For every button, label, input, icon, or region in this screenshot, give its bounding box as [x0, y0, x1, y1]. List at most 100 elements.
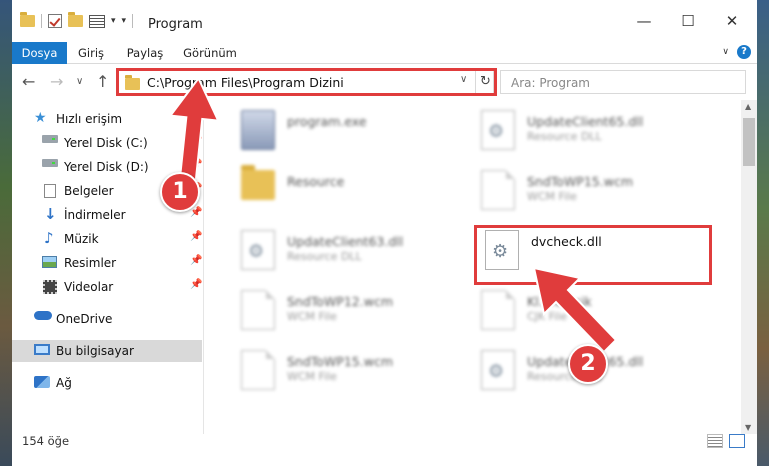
file-name: Resource: [287, 174, 345, 189]
properties-check-icon[interactable]: [48, 14, 62, 28]
dll-file-icon: [241, 230, 275, 270]
maximize-button[interactable]: ☐: [668, 10, 708, 32]
folder-item-resource[interactable]: Resource: [241, 165, 471, 220]
toolbar-separator: [41, 14, 42, 28]
star-icon: ★: [34, 110, 47, 126]
ribbon-tabs: Dosya Giriş Paylaş Görünüm ∨ ?: [12, 42, 757, 64]
dll-file-icon: [481, 110, 515, 150]
drive-icon: [42, 159, 58, 167]
file-icon: [241, 350, 275, 390]
network-icon: [34, 376, 50, 388]
video-icon: [43, 280, 57, 294]
sidebar-item-label: Belgeler: [64, 184, 114, 198]
up-arrow-icon[interactable]: ↑: [96, 72, 109, 91]
scrollbar-thumb[interactable]: [743, 118, 755, 166]
sidebar-item-label: Bu bilgisayar: [56, 344, 134, 358]
forward-arrow-icon[interactable]: →: [50, 72, 63, 91]
chevron-down-icon[interactable]: ▾: [111, 16, 116, 26]
sidebar-item-label: İndirmeler: [64, 208, 126, 222]
status-bar: 154 öğe: [12, 434, 757, 466]
file-icon: [481, 290, 515, 330]
annotation-badge-2: 2: [568, 344, 608, 384]
file-type: Resource DLL: [287, 250, 362, 263]
file-name: SndToWP12.wcm: [287, 294, 393, 309]
scroll-down-icon[interactable]: ▼: [745, 423, 751, 432]
sidebar-item-label: Yerel Disk (C:): [64, 136, 148, 150]
tab-gorunum[interactable]: Görünüm: [177, 42, 243, 64]
tab-paylas[interactable]: Paylaş: [120, 42, 170, 64]
file-icon: [241, 290, 275, 330]
cloud-icon: [34, 311, 52, 320]
sidebar-item-videos[interactable]: Videolar 📌: [12, 276, 202, 298]
quick-access-toolbar: ▾ ▾: [20, 12, 134, 28]
file-item-updateclient63[interactable]: UpdateClient63.dll Resource DLL: [241, 226, 471, 280]
item-count: 154 öğe: [22, 434, 70, 448]
pin-icon[interactable]: 📌: [190, 279, 202, 290]
sidebar-item-pictures[interactable]: Resimler 📌: [12, 252, 202, 274]
tab-giris[interactable]: Giriş: [68, 42, 114, 64]
scroll-up-icon[interactable]: ▲: [745, 102, 751, 111]
sidebar-item-music[interactable]: ♪ Müzik 📌: [12, 228, 202, 250]
search-input[interactable]: Ara: Program: [500, 70, 746, 94]
file-item-updateclient65[interactable]: UpdateClient65.dll Resource DLL: [481, 106, 711, 160]
toolbar-separator: [132, 14, 134, 28]
drive-icon: [42, 135, 58, 143]
sidebar-item-label: OneDrive: [56, 312, 113, 326]
document-icon: [44, 184, 56, 198]
tab-dosya[interactable]: Dosya: [12, 42, 67, 64]
pin-icon[interactable]: 📌: [190, 255, 202, 266]
minimize-button[interactable]: —: [624, 10, 664, 32]
file-item-sndtowp12[interactable]: SndToWP12.wcm WCM File: [241, 286, 471, 340]
sidebar-item-onedrive[interactable]: OneDrive: [12, 308, 202, 330]
back-arrow-icon[interactable]: ←: [22, 72, 35, 91]
file-name: SndToWP15.wcm: [287, 354, 393, 369]
search-placeholder: Ara: Program: [511, 76, 590, 90]
music-icon: ♪: [44, 229, 54, 247]
file-name: program.exe: [287, 114, 367, 129]
customize-toolbar-icon[interactable]: ▾: [122, 16, 127, 26]
title-bar: ▾ ▾ Program — ☐ ✕: [12, 0, 757, 42]
sidebar-item-label: Resimler: [64, 256, 117, 270]
dll-file-icon: [481, 350, 515, 390]
file-item-sndtowp15[interactable]: SndToWP15.wcm WCM File: [481, 166, 711, 220]
new-folder-icon[interactable]: [68, 12, 83, 27]
details-view-icon[interactable]: [707, 434, 723, 448]
sidebar-item-label: Videolar: [64, 280, 114, 294]
file-name: SndToWP15.wcm: [527, 174, 633, 189]
large-icons-view-icon[interactable]: [729, 434, 745, 448]
view-buttons: [707, 434, 745, 448]
file-type: Resource DLL: [527, 130, 602, 143]
exe-file-icon: [241, 110, 275, 150]
sidebar-item-label: Ağ: [56, 376, 72, 390]
navigation-bar: ← → ∨ ↑ C:\Program Files\Program Dizini …: [12, 64, 757, 100]
pin-icon[interactable]: 📌: [190, 231, 202, 242]
window-title: Program: [148, 17, 203, 32]
annotation-badge-1: 1: [160, 172, 200, 212]
file-name: UpdateClient65.dll: [527, 114, 644, 129]
desktop-background-left: [0, 0, 12, 466]
sidebar-item-label: Müzik: [64, 232, 99, 246]
file-type: WCM File: [287, 370, 337, 383]
sidebar-item-network[interactable]: Ağ: [12, 372, 202, 394]
ribbon-right-controls: ∨ ?: [722, 45, 751, 59]
pictures-icon: [42, 256, 57, 268]
sidebar-item-this-pc[interactable]: Bu bilgisayar: [12, 340, 202, 362]
desktop-background-right: [757, 0, 769, 466]
file-type: WCM File: [287, 310, 337, 323]
file-item-sndtowp15-b[interactable]: SndToWP15.wcm WCM File: [241, 346, 471, 400]
download-icon: ↓: [44, 205, 57, 223]
folder-icon: [20, 12, 35, 27]
sidebar-item-label: Yerel Disk (D:): [64, 160, 149, 174]
computer-icon: [34, 344, 50, 355]
vertical-scrollbar[interactable]: ▲ ▼: [741, 100, 757, 434]
file-type: WCM File: [527, 190, 577, 203]
file-name: UpdateClient63.dll: [287, 234, 404, 249]
properties-icon[interactable]: [89, 14, 105, 28]
explorer-window: ▾ ▾ Program — ☐ ✕ Dosya Giriş Paylaş Gör…: [12, 0, 757, 466]
recent-locations-icon[interactable]: ∨: [76, 76, 83, 87]
help-icon[interactable]: ?: [737, 45, 751, 59]
close-button[interactable]: ✕: [712, 10, 752, 32]
folder-icon: [241, 165, 275, 200]
expand-ribbon-icon[interactable]: ∨: [722, 47, 729, 57]
file-item-program-exe[interactable]: program.exe: [241, 106, 471, 160]
